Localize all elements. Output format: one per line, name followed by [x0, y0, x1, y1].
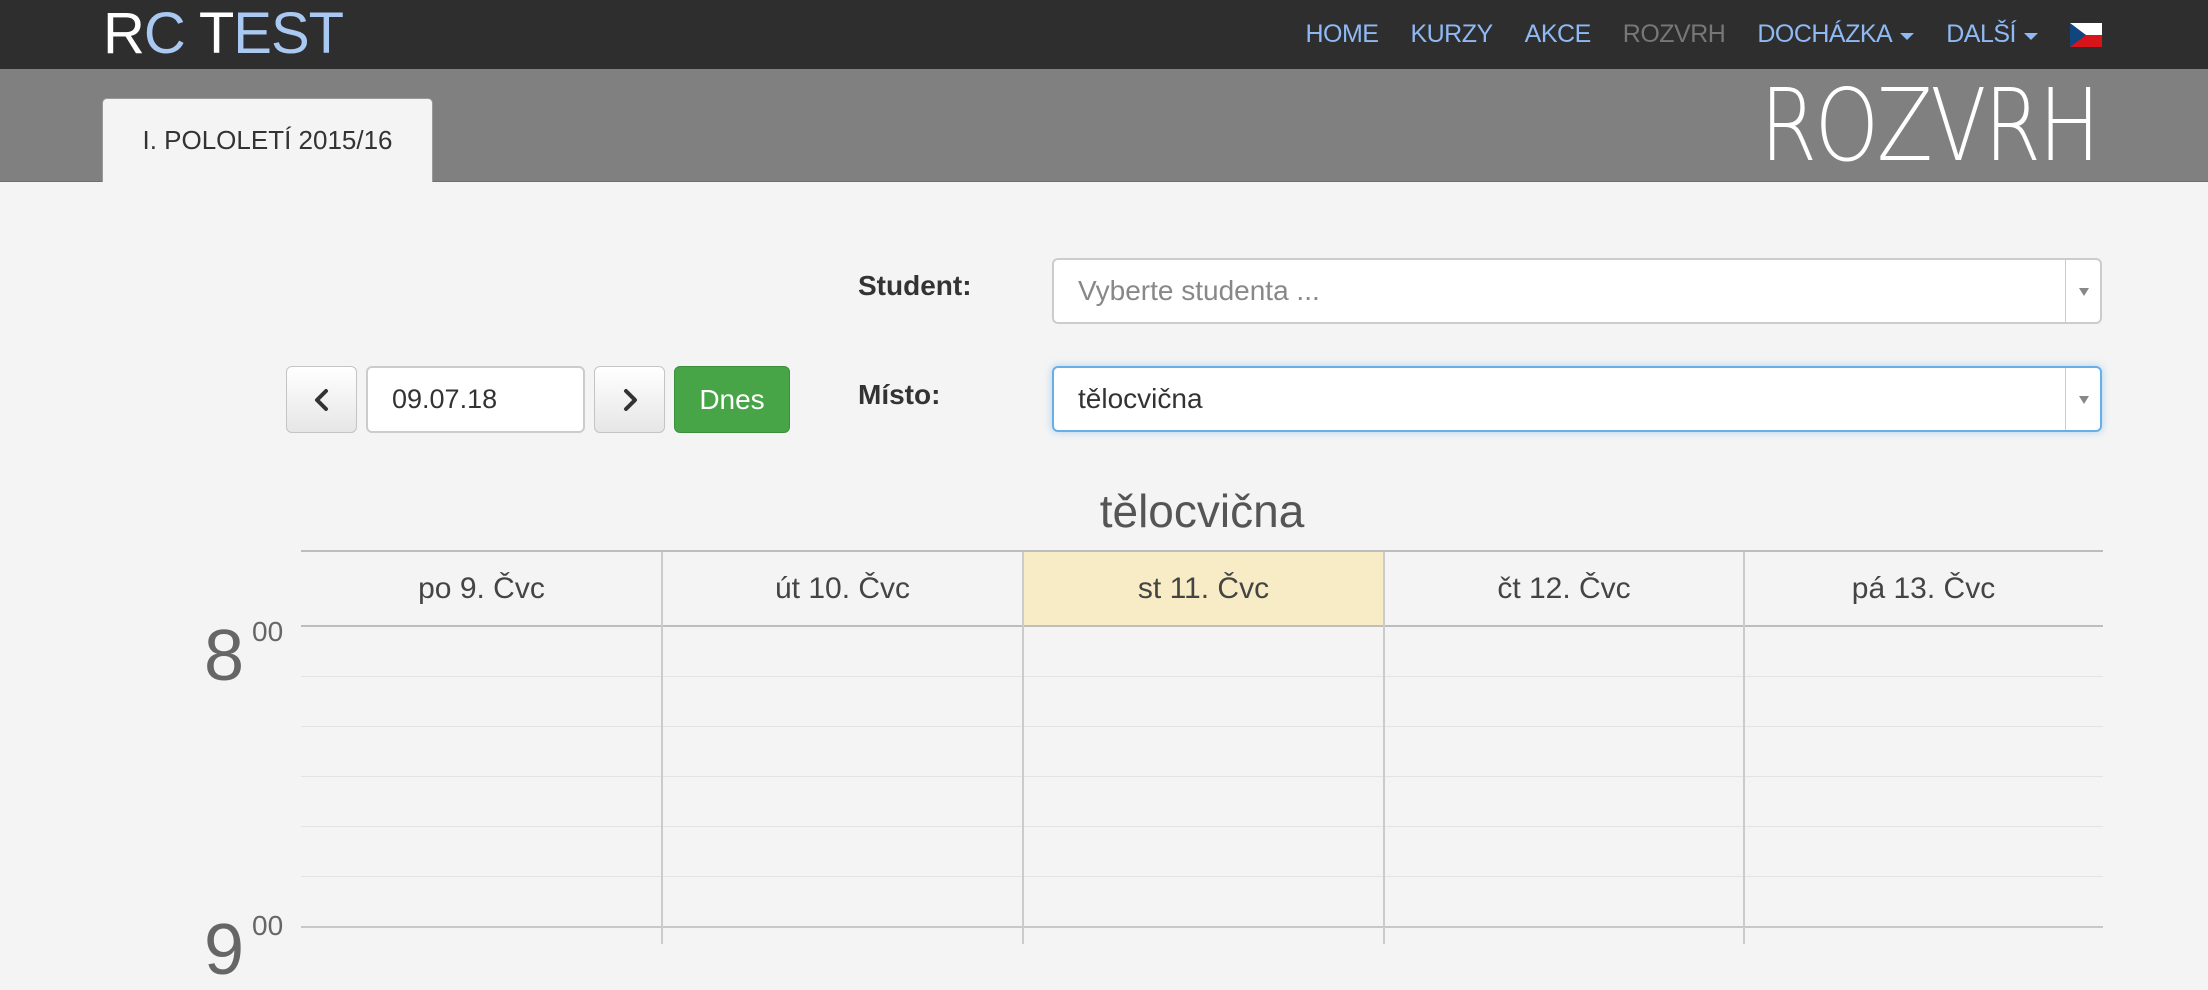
day-divider: [1743, 552, 1745, 944]
hour-minutes: 00: [252, 616, 284, 647]
day-header-friday[interactable]: pá 13. Čvc: [1744, 552, 2103, 627]
hour-minutes: 00: [252, 910, 284, 941]
czech-flag-icon[interactable]: [2070, 22, 2102, 47]
calendar-title: tělocvična: [1099, 485, 1305, 537]
day-header-label: po 9. Čvc: [418, 571, 545, 605]
day-header-label: čt 12. Čvc: [1497, 571, 1631, 605]
select-divider: [2065, 368, 2066, 430]
nav-home-label: HOME: [1305, 20, 1379, 48]
place-select[interactable]: tělocvična: [1052, 366, 2102, 432]
day-header-tuesday[interactable]: út 10. Čvc: [662, 552, 1023, 627]
nav-dochazka-label: DOCHÁZKA: [1757, 20, 1893, 48]
main-nav: HOME KURZY AKCE ROZVRH DOCHÁZKA DALŠÍ: [1273, 0, 2102, 69]
brand-part: R: [103, 1, 145, 66]
nav-dochazka-dropdown[interactable]: DOCHÁZKA: [1757, 20, 1915, 49]
nav-home[interactable]: HOME: [1305, 20, 1379, 49]
brand-part: EST: [233, 1, 344, 66]
nav-kurzy[interactable]: KURZY: [1410, 20, 1493, 49]
time-slot-line: [301, 676, 2103, 677]
time-slot-line: [301, 776, 2103, 777]
day-header-label: út 10. Čvc: [774, 571, 911, 605]
day-divider: [1383, 552, 1385, 944]
tab-semester-label: I. POLOLETÍ 2015/16: [142, 125, 393, 155]
student-select-placeholder: Vyberte studenta ...: [1078, 275, 1320, 306]
week-calendar: po 9. Čvc út 10. Čvc st 11. Čvc čt 12. Č…: [301, 550, 2103, 944]
place-select-value: tělocvična: [1078, 383, 1203, 414]
nav-rozvrh-label: ROZVRH: [1622, 20, 1726, 48]
chevron-left-icon: [314, 388, 328, 411]
top-navbar: RC TEST HOME KURZY AKCE ROZVRH DOCHÁZKA …: [0, 0, 2208, 69]
caret-down-icon: [2024, 33, 2038, 40]
hour-number: 8: [204, 616, 245, 696]
caret-down-icon: [1900, 33, 1915, 40]
nav-kurzy-label: KURZY: [1410, 20, 1493, 48]
dropdown-arrow-icon[interactable]: [2079, 396, 2089, 404]
day-header-thursday[interactable]: čt 12. Čvc: [1384, 552, 1744, 627]
date-input[interactable]: 09.07.18: [366, 366, 585, 433]
page-title: ROZVRH: [1760, 67, 2100, 184]
select-divider: [2065, 260, 2066, 322]
nav-akce[interactable]: AKCE: [1524, 20, 1592, 49]
hour-label-8: 8 00: [204, 616, 283, 692]
time-slot-line: [301, 726, 2103, 727]
day-header-monday[interactable]: po 9. Čvc: [301, 552, 662, 627]
hour-label-9: 9 00: [204, 910, 283, 986]
today-button[interactable]: Dnes: [674, 366, 790, 433]
student-label: Student:: [858, 270, 972, 301]
day-header-label: st 11. Čvc: [1137, 571, 1270, 605]
dropdown-arrow-icon[interactable]: [2079, 288, 2089, 296]
tab-semester[interactable]: I. POLOLETÍ 2015/16: [102, 98, 433, 182]
prev-week-button[interactable]: [286, 366, 357, 433]
brand-part: C: [143, 1, 186, 66]
day-header-wednesday[interactable]: st 11. Čvc: [1023, 552, 1384, 627]
hour-number: 9: [204, 910, 245, 990]
nav-akce-label: AKCE: [1524, 20, 1592, 48]
time-slot-line: [301, 876, 2103, 877]
brand-part: T: [184, 1, 234, 66]
nav-dalsi-label: DALŠÍ: [1946, 20, 2016, 48]
brand-logo[interactable]: RC TEST: [103, 1, 344, 66]
day-divider: [661, 552, 663, 944]
chevron-right-icon: [623, 388, 637, 411]
nav-dalsi-dropdown[interactable]: DALŠÍ: [1946, 20, 2038, 49]
hour-line: [301, 926, 2103, 928]
nav-rozvrh[interactable]: ROZVRH: [1623, 20, 1726, 49]
student-select[interactable]: Vyberte studenta ...: [1052, 258, 2102, 324]
time-slot-line: [301, 826, 2103, 827]
place-label: Místo:: [858, 379, 941, 410]
next-week-button[interactable]: [594, 366, 665, 433]
day-header-label: pá 13. Čvc: [1851, 571, 1996, 605]
day-divider: [1022, 552, 1024, 944]
